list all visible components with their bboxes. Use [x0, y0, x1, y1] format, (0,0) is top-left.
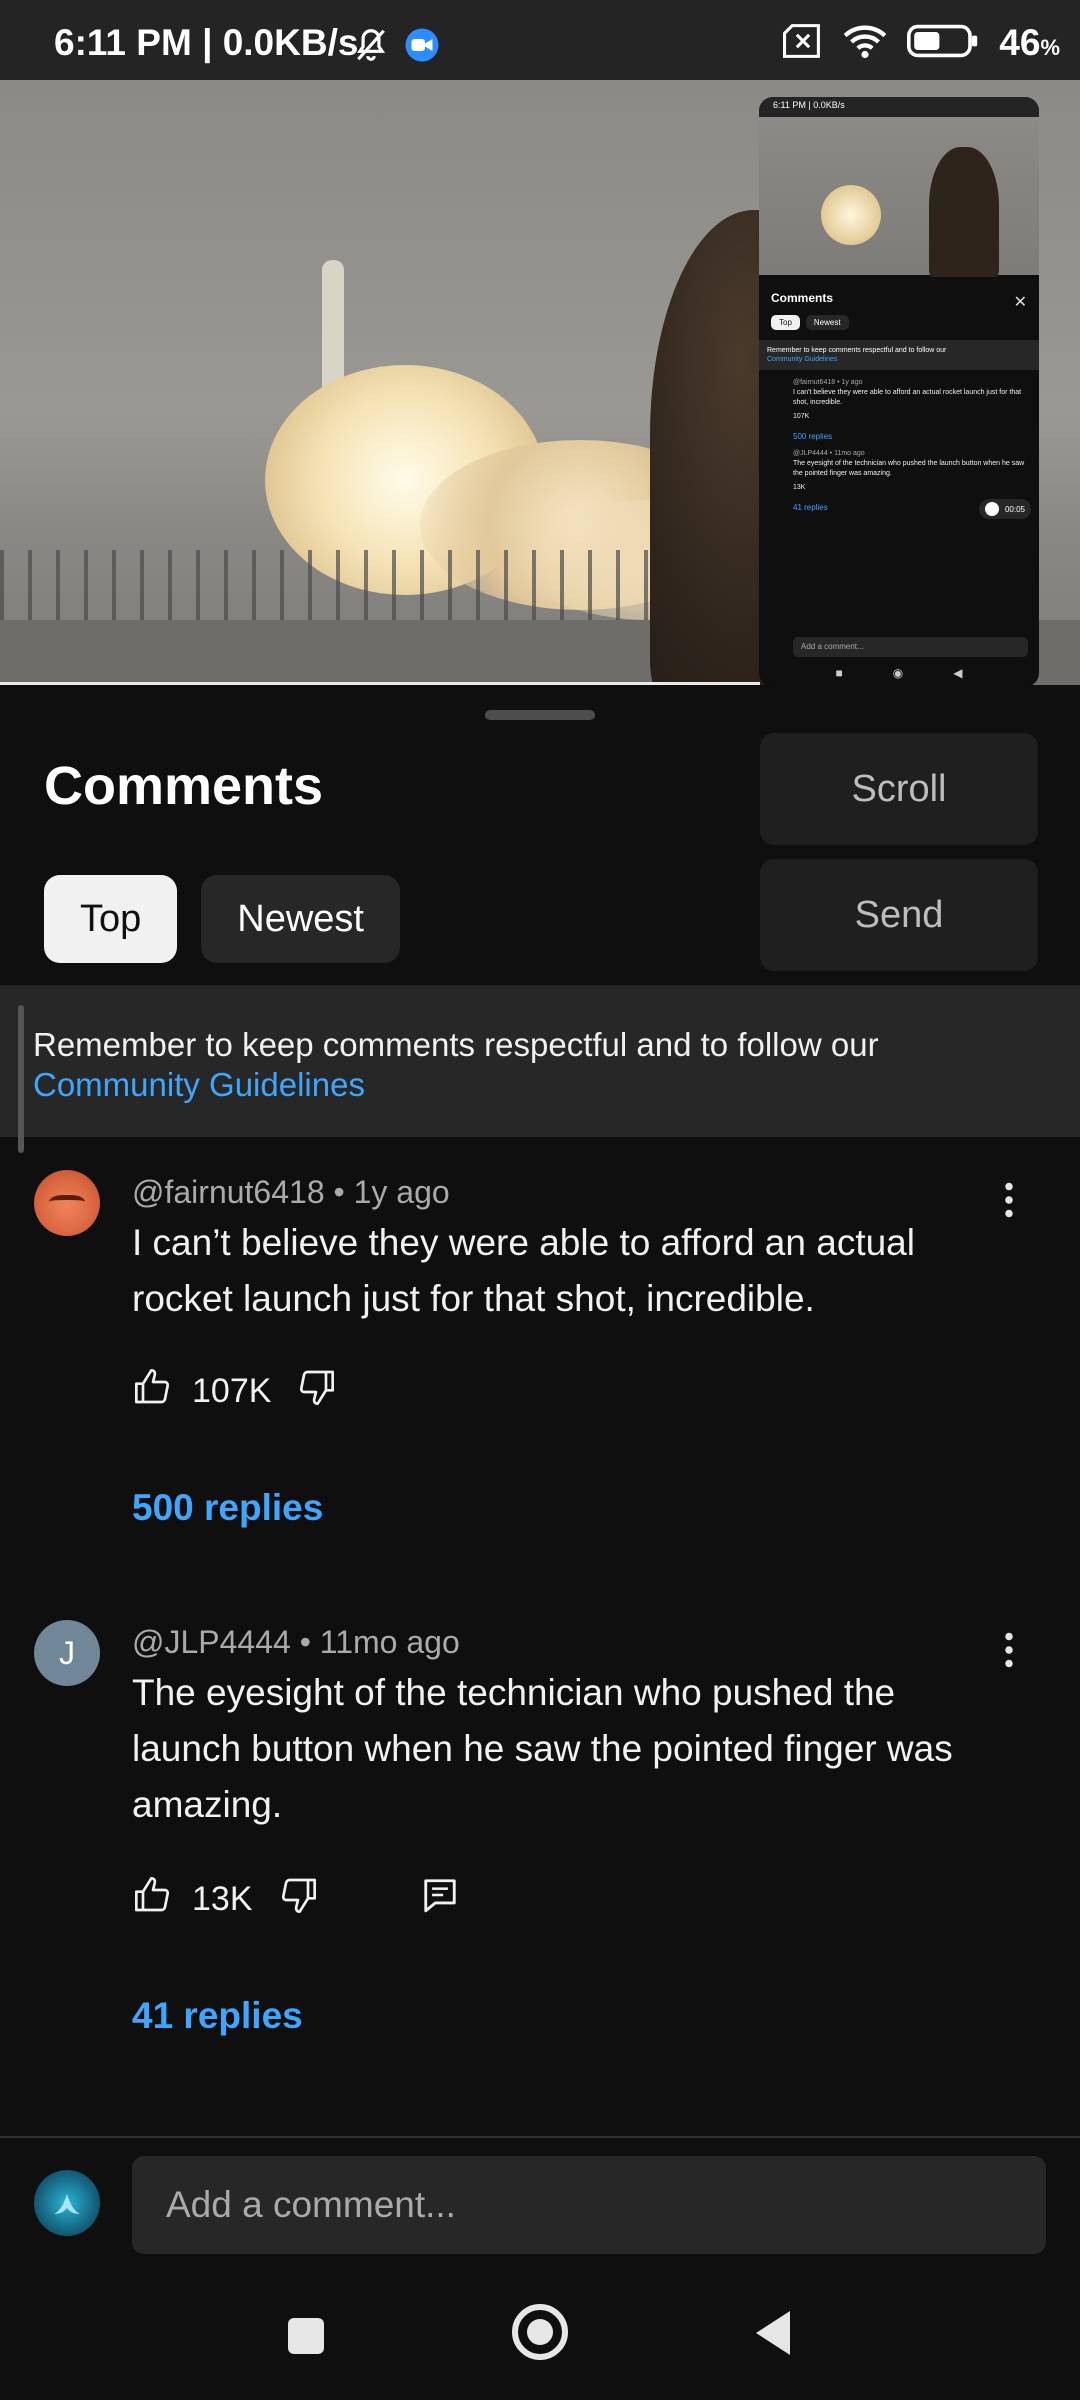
guidelines-banner: Remember to keep comments respectful and…	[0, 985, 1080, 1153]
scroll-button[interactable]: Scroll	[760, 733, 1038, 845]
mini-comment-text: The eyesight of the technician who pushe…	[793, 460, 1025, 477]
tab-newest[interactable]: Newest	[201, 875, 400, 963]
wifi-icon	[843, 23, 887, 64]
battery-icon	[907, 23, 979, 64]
mini-tab-newest: Newest	[805, 315, 849, 330]
mini-home-icon: ◉	[892, 666, 904, 680]
screen-preview-thumbnail[interactable]: 6:11 PM | 0.0KB/s Comments ✕ Top Newest …	[759, 97, 1039, 687]
mini-add-comment: Add a comment...	[793, 637, 1028, 657]
mini-tab-top: Top	[771, 315, 800, 330]
scrollbar[interactable]	[18, 1005, 24, 1153]
like-count: 107K	[192, 1372, 272, 1410]
tab-top[interactable]: Top	[44, 875, 178, 963]
zoom-app-icon	[404, 27, 440, 68]
like-icon[interactable]	[132, 1367, 174, 1416]
close-icon: ✕	[1013, 294, 1027, 311]
mini-back-icon: ◀	[953, 666, 963, 680]
like-count: 13K	[192, 1880, 253, 1918]
mini-comment-likes: 107K	[793, 413, 810, 420]
mini-video	[759, 117, 1039, 277]
mini-comment-2: @JLP4444 • 11mo ago The eyesight of the …	[759, 441, 1039, 493]
mini-replies: 500 replies	[793, 432, 833, 441]
mini-video-smoke	[821, 185, 881, 245]
comment-text: I can’t believe they were able to afford…	[132, 1222, 915, 1319]
dislike-icon[interactable]	[277, 1875, 319, 1924]
mini-comment-meta: @fairnut6418 • 1y ago	[793, 379, 863, 386]
no-sim-icon	[783, 23, 823, 64]
mini-guidelines: Remember to keep comments respectful and…	[759, 340, 1039, 370]
mini-comment-meta: @JLP4444 • 11mo ago	[793, 450, 865, 457]
mini-timer-text: 00:05	[1004, 504, 1025, 514]
comment-actions: 13K	[132, 1875, 459, 1924]
drag-handle[interactable]	[485, 710, 595, 720]
mini-timer: 00:05	[978, 499, 1031, 519]
mini-comments-title: Comments	[771, 291, 834, 305]
mini-square-icon: ■	[835, 666, 843, 680]
video-progress-bar[interactable]	[0, 682, 760, 685]
send-button[interactable]: Send	[760, 859, 1038, 971]
battery-percent: 46%	[999, 22, 1060, 64]
user-avatar	[34, 2170, 100, 2236]
replies-link[interactable]: 500 replies	[132, 1487, 323, 1529]
system-nav-bar	[0, 2280, 1080, 2400]
record-dot-icon	[984, 502, 999, 516]
mini-comment-likes: 13K	[793, 484, 806, 491]
mini-status-bar: 6:11 PM | 0.0KB/s	[759, 97, 1039, 117]
guidelines-text: Remember to keep comments respectful and…	[33, 1026, 879, 1063]
mini-video-person	[929, 147, 999, 277]
sort-tabs: Top Newest	[44, 875, 400, 963]
mini-guidelines-link: Community Guidelines	[767, 356, 838, 363]
mini-comment-text: I can't believe they were able to afford…	[793, 389, 1022, 406]
comment-actions: 107K	[132, 1367, 337, 1416]
recents-square-icon[interactable]	[286, 2316, 326, 2361]
mini-replies-row: 41 replies 00:05	[759, 493, 1039, 519]
add-comment-input[interactable]: Add a comment...	[132, 2156, 1046, 2254]
mini-tabs: Top Newest	[771, 315, 1039, 330]
avatar[interactable]	[34, 1170, 100, 1236]
comment-meta: @JLP4444 • 11mo ago	[132, 1624, 460, 1660]
comment-text: The eyesight of the technician who pushe…	[132, 1672, 953, 1825]
back-triangle-icon[interactable]	[752, 2308, 792, 2363]
battery-unit: %	[1040, 35, 1060, 60]
status-left-icons	[352, 26, 440, 69]
mini-nav: ■ ◉ ◀	[759, 659, 1039, 687]
panel-title: Comments	[44, 756, 324, 816]
comment-meta: @fairnut6418 • 1y ago	[132, 1174, 450, 1210]
mini-comment-1: @fairnut6418 • 1y ago I can't believe th…	[759, 370, 1039, 422]
status-right-icons: 46%	[783, 22, 1060, 64]
avatar[interactable]: J	[34, 1620, 100, 1686]
guidelines-text-block: Remember to keep comments respectful and…	[33, 1025, 879, 1105]
status-bar: 6:11 PM | 0.0KB/s 46%	[0, 0, 1080, 80]
dislike-icon[interactable]	[295, 1367, 337, 1416]
reply-comment-icon[interactable]	[421, 1876, 459, 1923]
replies-link[interactable]: 41 replies	[132, 1995, 303, 2037]
mini-guidelines-text: Remember to keep comments respectful and…	[767, 347, 947, 354]
bell-muted-icon	[352, 26, 390, 69]
like-icon[interactable]	[132, 1875, 174, 1924]
community-guidelines-link[interactable]: Community Guidelines	[33, 1066, 365, 1103]
status-time: 6:11 PM | 0.0KB/s	[54, 22, 359, 63]
mini-replies: 41 replies	[793, 503, 828, 512]
home-circle-icon[interactable]	[510, 2302, 570, 2367]
battery-value: 46	[999, 22, 1041, 63]
video-frame-launch-pad	[0, 550, 700, 620]
